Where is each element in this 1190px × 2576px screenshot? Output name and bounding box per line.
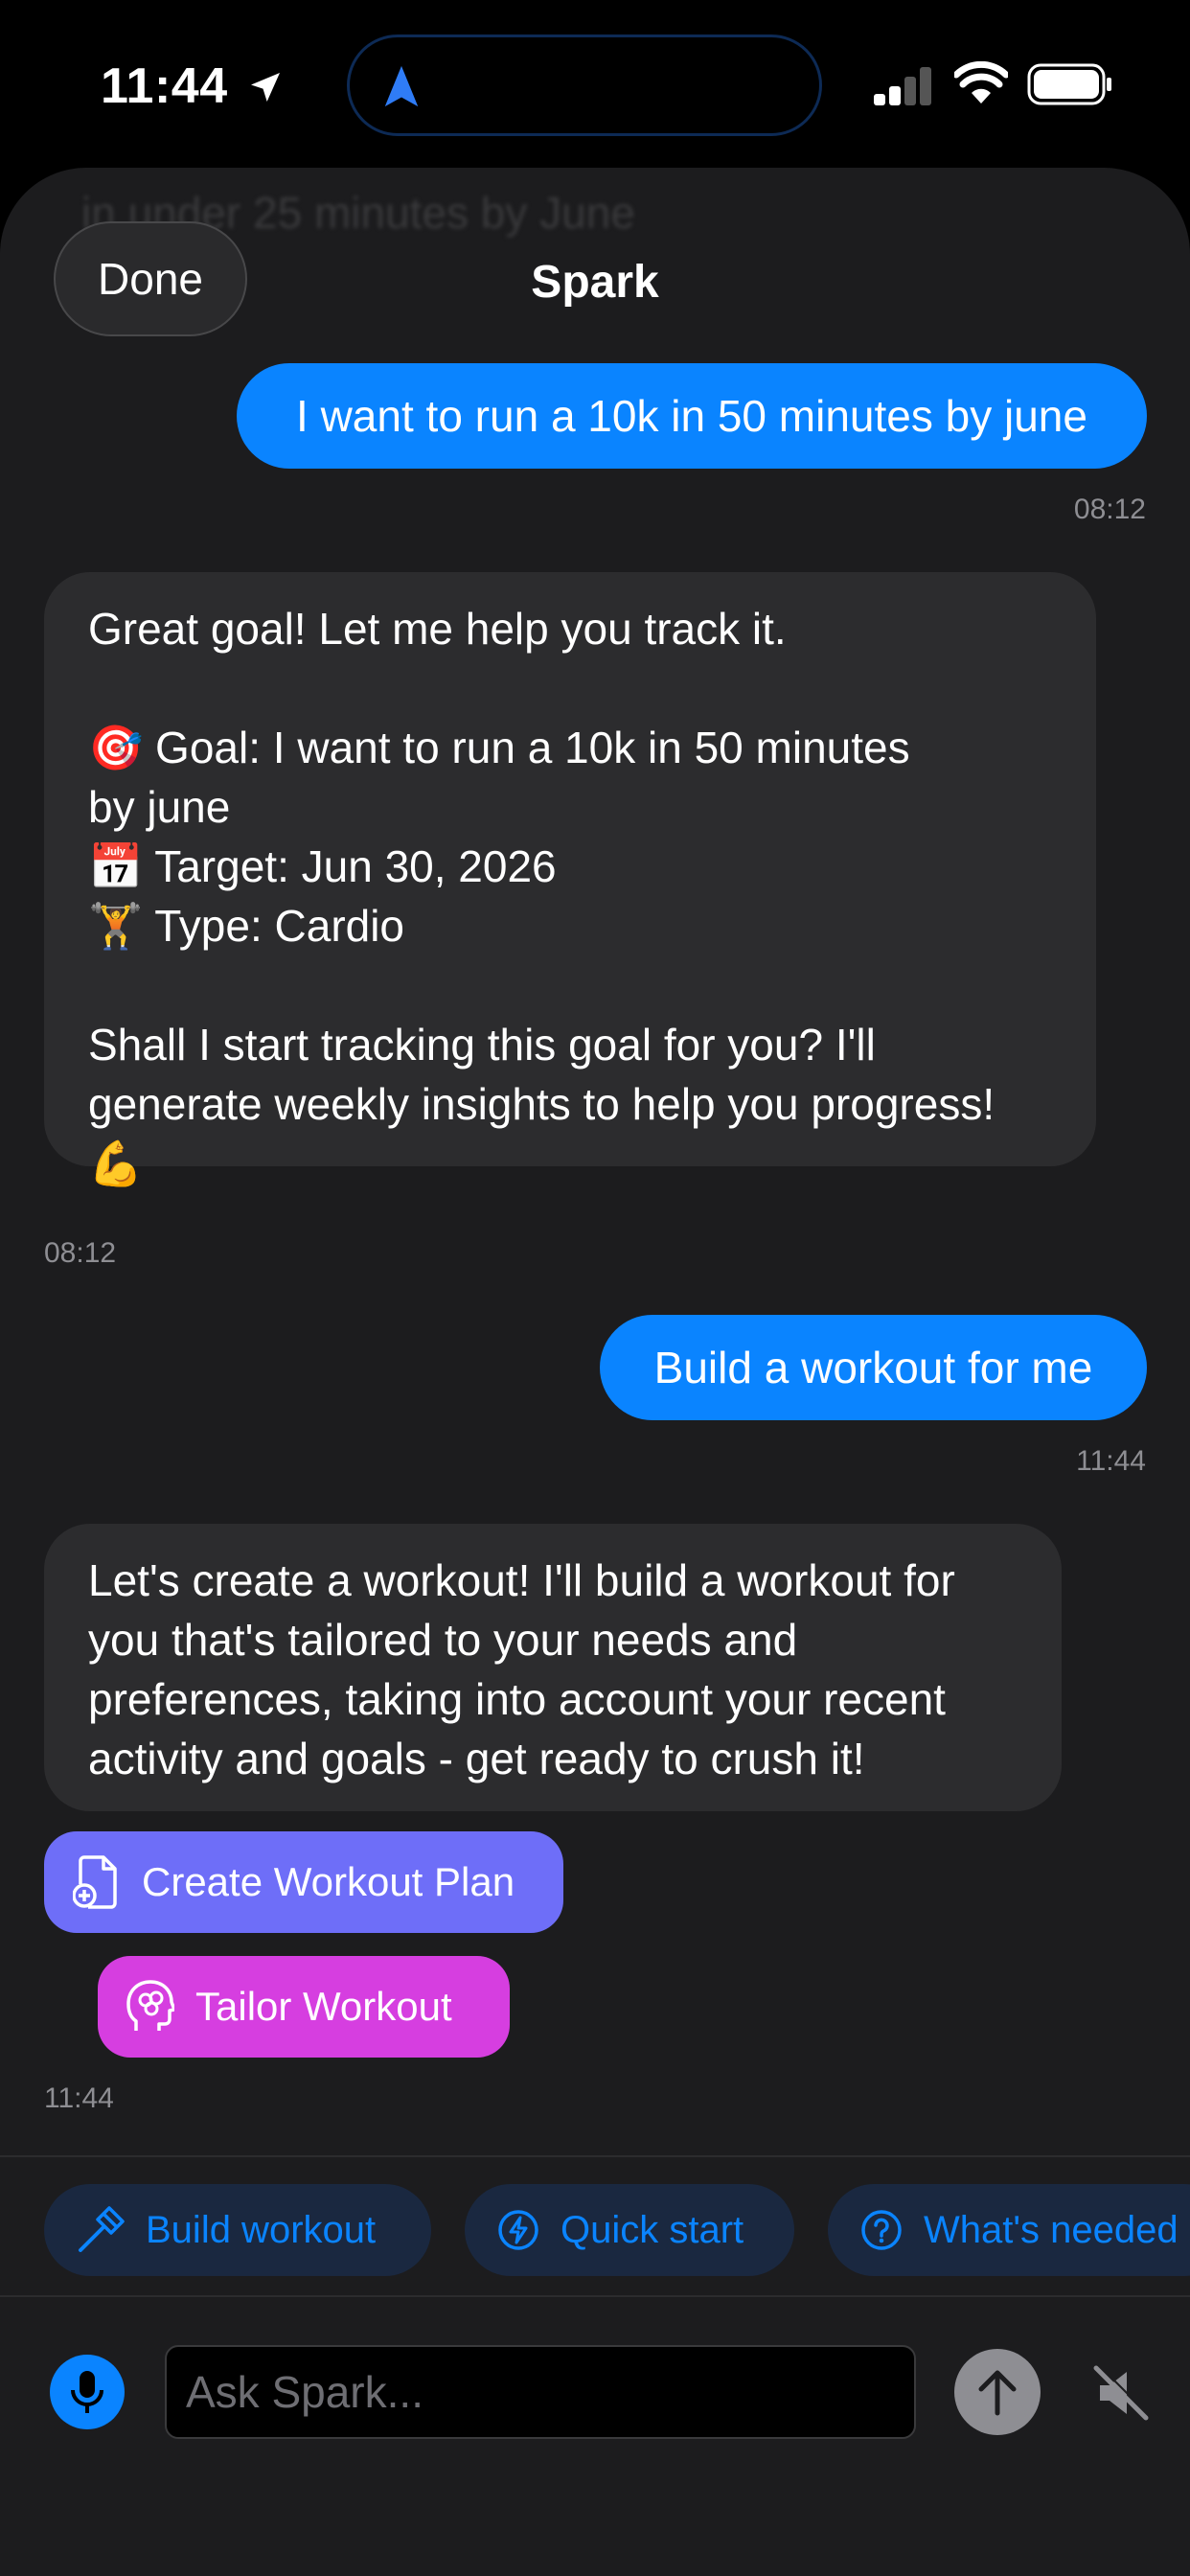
- suggestion-chip-whats-needed[interactable]: What's needed: [828, 2184, 1190, 2276]
- dynamic-island: [347, 34, 822, 136]
- document-add-icon: [73, 1855, 117, 1909]
- suggestion-chip-quick-start[interactable]: Quick start: [465, 2184, 794, 2276]
- divider: [0, 2155, 1190, 2157]
- tailor-workout-label: Tailor Workout: [195, 1984, 452, 2029]
- message-text: Let's create a workout! I'll build a wor…: [88, 1555, 955, 1783]
- microphone-icon: [71, 2371, 103, 2413]
- message-timestamp: 11:44: [1076, 1445, 1146, 1477]
- assistant-message-bubble[interactable]: Great goal! Let me help you track it. 🎯 …: [44, 572, 1096, 1188]
- brain-head-icon: [126, 1980, 174, 2031]
- message-text: I want to run a 10k in 50 minutes by jun…: [296, 391, 1087, 441]
- user-message-bubble[interactable]: I want to run a 10k in 50 minutes by jun…: [237, 363, 1147, 469]
- message-timestamp: 11:44: [44, 2082, 114, 2114]
- wifi-icon: [954, 61, 1008, 104]
- create-workout-plan-label: Create Workout Plan: [142, 1859, 515, 1904]
- question-circle-icon: [861, 2210, 902, 2250]
- chat-sheet: in under 25 minutes by June Done Spark I…: [0, 168, 1190, 2576]
- microphone-button[interactable]: [50, 2355, 125, 2429]
- status-time: 11:44: [101, 58, 285, 115]
- message-timestamp: 08:12: [1073, 494, 1146, 525]
- ask-spark-input[interactable]: [165, 2345, 916, 2439]
- mute-speaker-button[interactable]: [1083, 2355, 1159, 2431]
- location-arrow-icon: [250, 73, 280, 102]
- chip-label: Quick start: [561, 2208, 744, 2251]
- chip-label: What's needed: [924, 2208, 1179, 2251]
- message-text: Build a workout for me: [653, 1343, 1093, 1392]
- speaker-muted-icon: [1093, 2364, 1150, 2421]
- arrow-up-icon: [978, 2370, 1017, 2416]
- battery-icon: [1027, 63, 1111, 105]
- message-timestamp: 08:12: [44, 1237, 117, 1269]
- send-button[interactable]: [954, 2349, 1041, 2435]
- tailor-workout-button[interactable]: Tailor Workout: [98, 1956, 510, 2058]
- cellular-signal-icon: [874, 67, 931, 105]
- chat-title: Spark: [531, 257, 659, 308]
- chip-label: Build workout: [146, 2208, 377, 2251]
- hammer-icon: [79, 2206, 125, 2252]
- message-text: Great goal! Let me help you track it. 🎯 …: [88, 604, 995, 1188]
- bolt-circle-icon: [498, 2210, 538, 2250]
- suggestion-chip-build-workout[interactable]: Build workout: [44, 2184, 431, 2276]
- navigation-icon: [384, 65, 419, 107]
- create-workout-plan-button[interactable]: Create Workout Plan: [44, 1831, 563, 1933]
- user-message-bubble[interactable]: Build a workout for me: [600, 1315, 1147, 1420]
- assistant-message-bubble[interactable]: Let's create a workout! I'll build a wor…: [44, 1524, 1062, 1811]
